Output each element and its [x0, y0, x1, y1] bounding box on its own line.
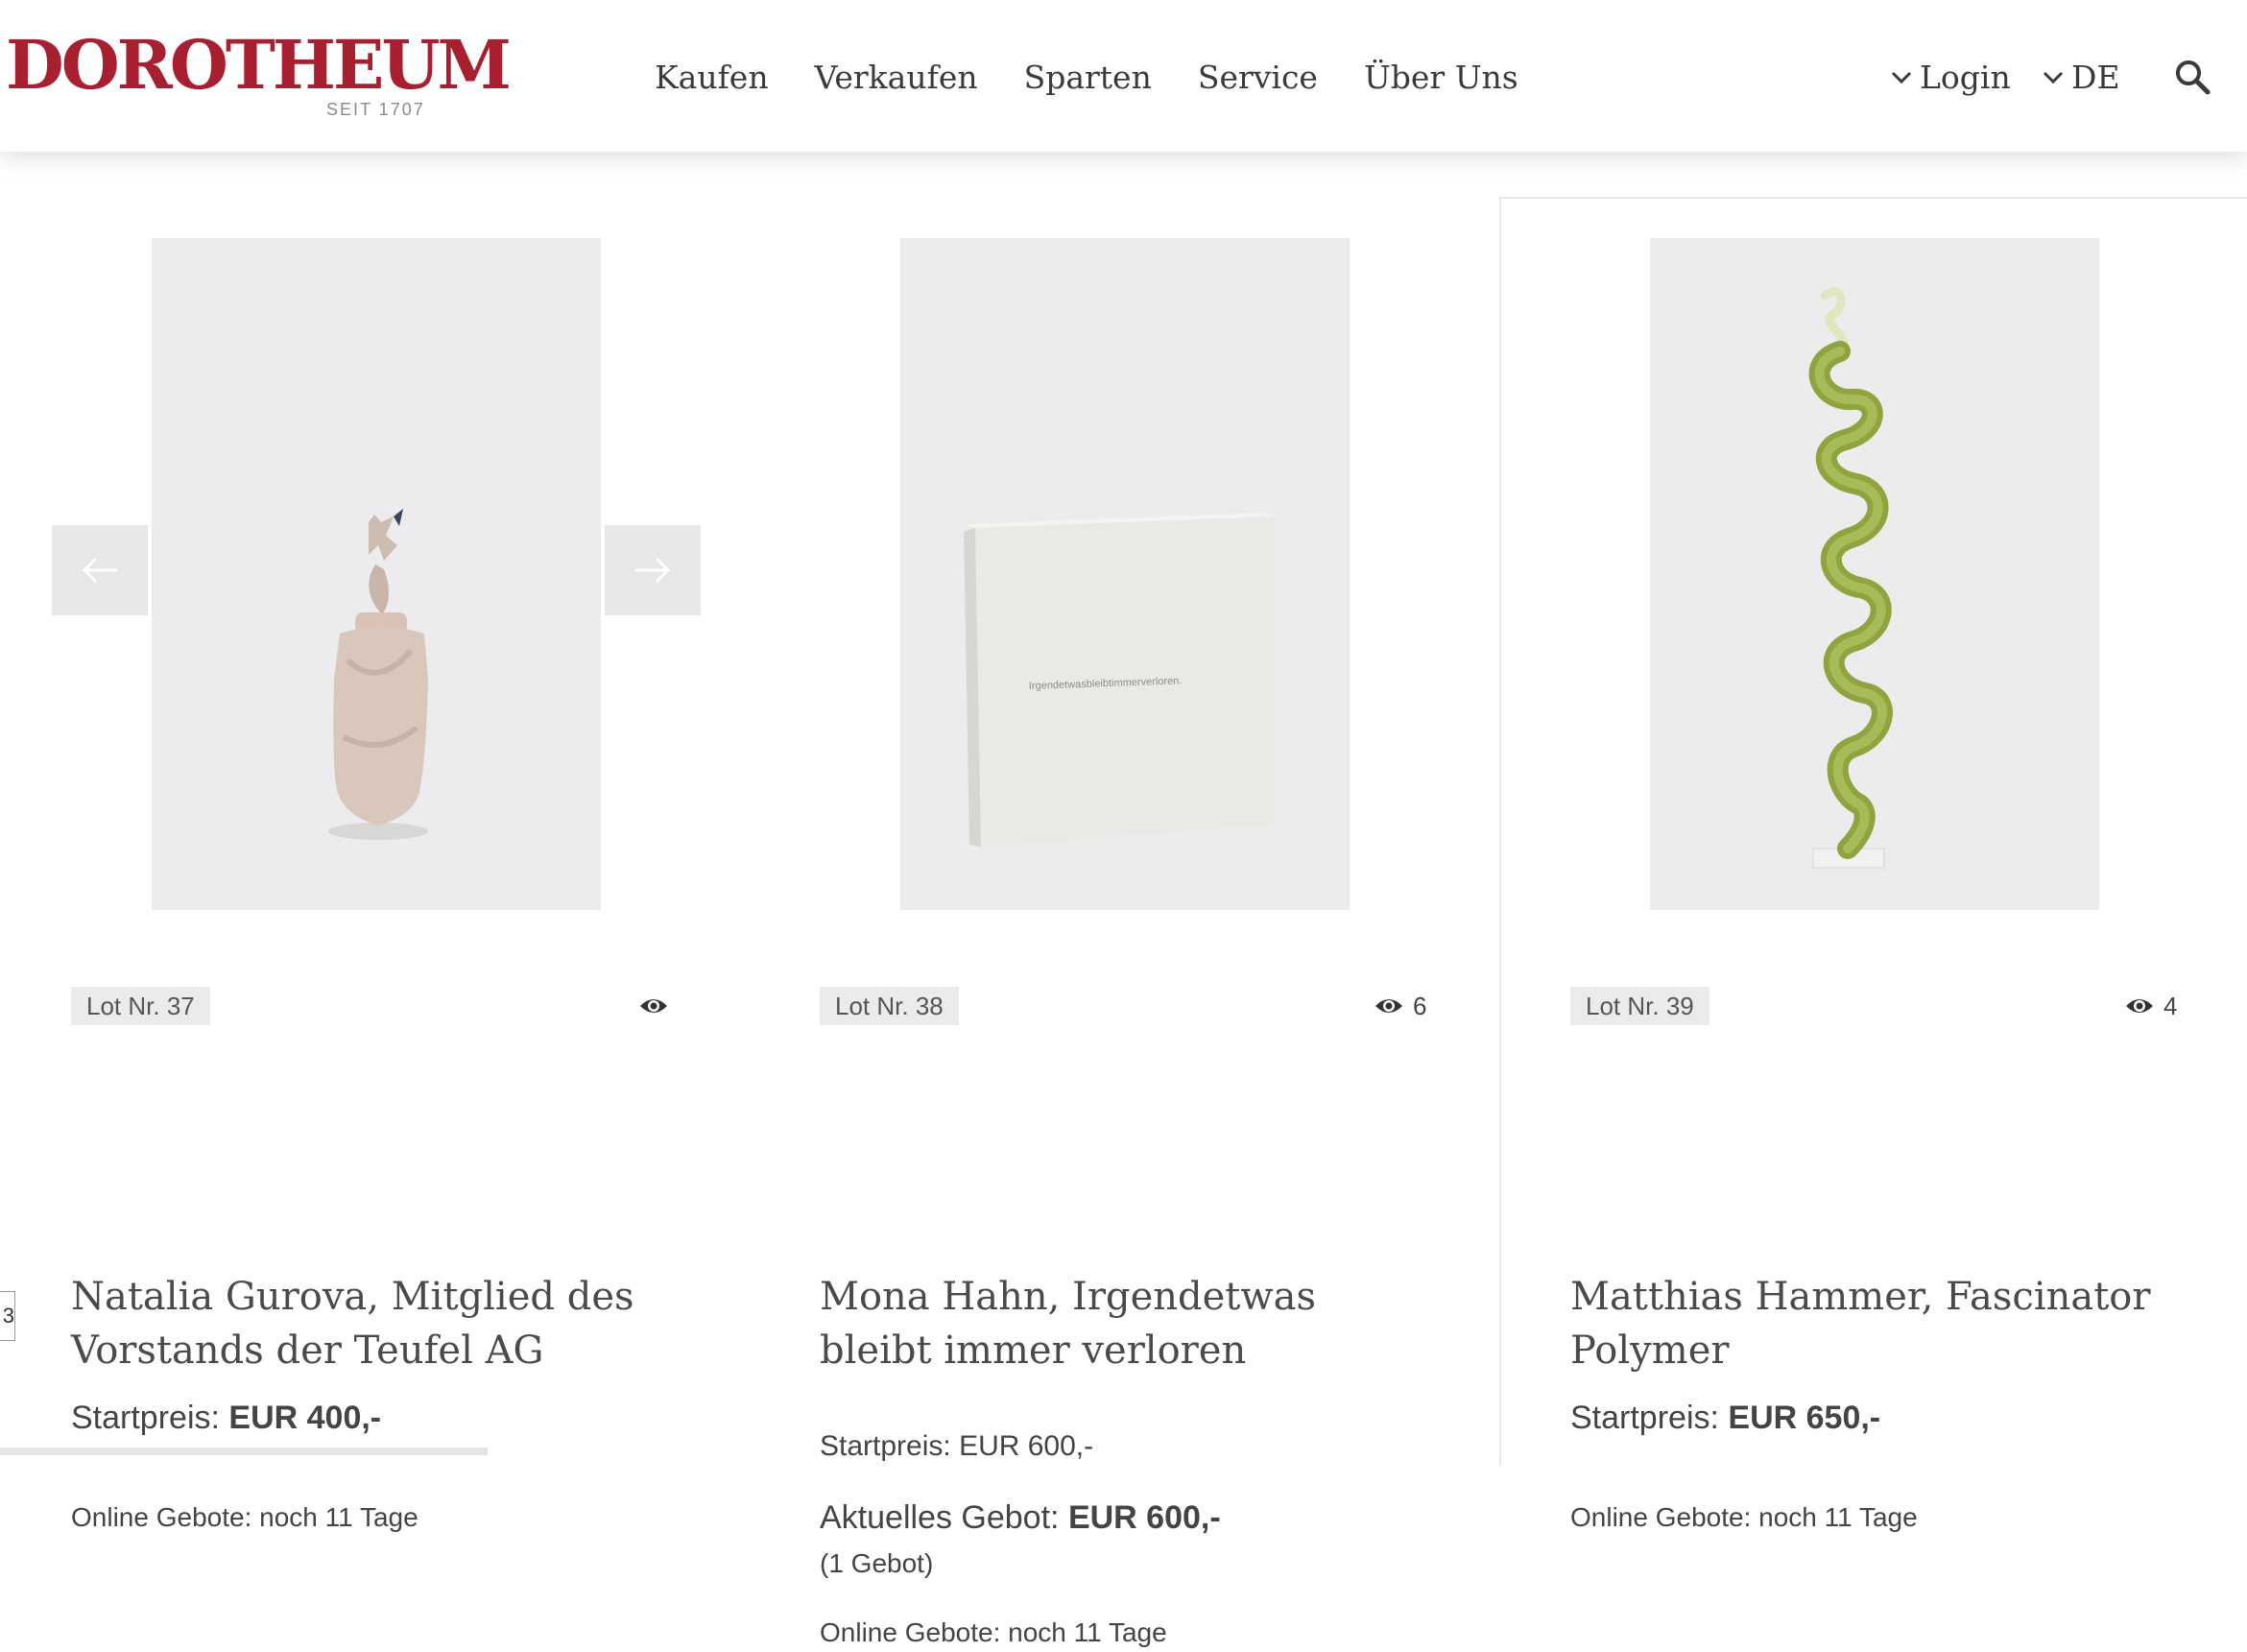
start-price-label: Startpreis:	[1570, 1400, 1719, 1436]
login-dropdown[interactable]: Login	[1891, 54, 2011, 102]
online-bids-remaining: Online Gebote: noch 11 Tage	[820, 1617, 1167, 1647]
lot-number-badge: Lot Nr. 38	[820, 987, 959, 1025]
start-price-label: Startpreis:	[71, 1400, 220, 1436]
logo-tagline: SEIT 1707	[326, 100, 425, 119]
eye-icon	[1375, 999, 1402, 1013]
watch-count[interactable]: 4	[2125, 987, 2177, 1025]
lot-title[interactable]: Matthias Hammer, Fascinator Polymer	[1570, 1270, 2185, 1377]
watch-count[interactable]: 6	[1374, 987, 1426, 1025]
lot-number-badge: Lot Nr. 37	[71, 987, 210, 1025]
online-bids-remaining: Online Gebote: noch 11 Tage	[71, 1502, 418, 1532]
lot-card[interactable]: Lot Nr. 39 4 Matthias Hammer, Fascinator…	[1499, 197, 2247, 1532]
site-header: DOROTHEUM SEIT 1707 Kaufen Verkaufen Spa…	[0, 0, 2247, 152]
watch-count-value: 6	[1413, 991, 1427, 1020]
watch-count-value: 4	[2163, 991, 2178, 1020]
start-price: Startpreis: EUR 400,-	[71, 1397, 381, 1439]
lot-image[interactable]: Irgendetwasbleibtimmerverloren.	[900, 238, 1350, 910]
carousel-prev-button[interactable]	[52, 525, 148, 615]
current-bid-label: Aktuelles Gebot:	[820, 1499, 1060, 1536]
lot-image[interactable]	[1650, 238, 2099, 910]
main-navigation: Kaufen Verkaufen Sparten Service Über Un…	[655, 54, 1518, 102]
language-dropdown[interactable]: DE	[2043, 54, 2120, 102]
carousel-next-button[interactable]	[605, 525, 701, 615]
lot-image[interactable]	[152, 238, 601, 910]
nav-kaufen[interactable]: Kaufen	[655, 54, 769, 102]
dorotheum-logo[interactable]: DOROTHEUM SEIT 1707	[6, 27, 512, 123]
login-label: Login	[1920, 59, 2011, 96]
lot-number-badge: Lot Nr. 39	[1570, 987, 1709, 1025]
start-price-value: EUR 400,-	[228, 1400, 382, 1436]
current-bid-value: EUR 600,-	[1067, 1499, 1221, 1536]
arrow-right-icon	[635, 557, 671, 584]
eye-icon	[2126, 999, 2153, 1013]
lot-title[interactable]: Natalia Gurova, Mitglied des Vorstands d…	[71, 1270, 685, 1377]
start-price: Startpreis: EUR 600,-	[820, 1425, 1093, 1468]
nav-service[interactable]: Service	[1198, 54, 1318, 102]
start-price-value: EUR 600,-	[959, 1430, 1094, 1462]
logo-wordmark: DOROTHEUM	[6, 25, 512, 105]
watch-count[interactable]	[639, 987, 678, 1025]
lot-card[interactable]: Irgendetwasbleibtimmerverloren. Lot Nr. …	[749, 197, 1497, 1647]
start-price-value: EUR 650,-	[1728, 1400, 1881, 1436]
chevron-down-icon	[1891, 70, 1912, 85]
arrow-left-icon	[82, 557, 117, 584]
search-icon[interactable]	[2173, 58, 2211, 96]
nav-verkaufen[interactable]: Verkaufen	[815, 54, 978, 102]
horizontal-scrollbar[interactable]	[0, 1448, 488, 1455]
start-price: Startpreis: EUR 650,-	[1570, 1397, 1880, 1439]
online-bids-remaining: Online Gebote: noch 11 Tage	[1570, 1502, 1918, 1532]
language-label: DE	[2071, 59, 2120, 96]
side-page-tab[interactable]: 3	[0, 1291, 15, 1341]
eye-icon	[640, 999, 667, 1013]
bid-count: (1 Gebot)	[820, 1548, 934, 1578]
chevron-down-icon	[2043, 70, 2064, 85]
start-price-label: Startpreis:	[820, 1430, 951, 1462]
nav-sparten[interactable]: Sparten	[1024, 54, 1152, 102]
lot-title[interactable]: Mona Hahn, Irgendetwas bleibt immer verl…	[820, 1270, 1434, 1377]
nav-ueber-uns[interactable]: Über Uns	[1364, 54, 1518, 102]
current-bid: Aktuelles Gebot: EUR 600,-	[820, 1496, 1221, 1539]
lot-card[interactable]: Lot Nr. 37 Natalia Gurova, Mitglied des …	[0, 197, 749, 1532]
